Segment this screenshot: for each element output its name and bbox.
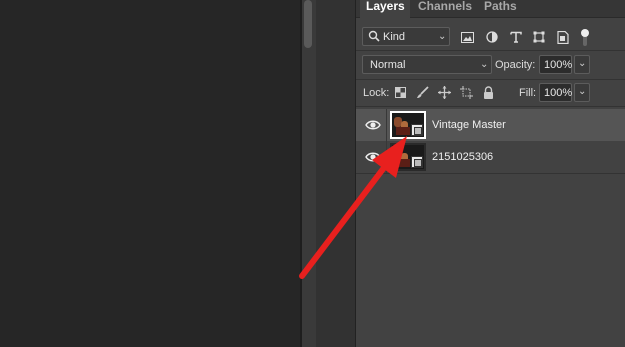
chevron-down-icon: ⌄: [480, 59, 489, 70]
divider: [356, 50, 625, 51]
visibility-eye-icon[interactable]: [365, 118, 381, 132]
canvas-workspace[interactable]: [0, 0, 300, 347]
divider: [356, 106, 625, 107]
layers-panel: Layers Channels Paths Kind ⌄ Normal ⌄ Op…: [356, 0, 625, 347]
vertical-scrollbar[interactable]: [302, 0, 316, 347]
smart-object-badge-icon: [411, 156, 423, 168]
image-filter-icon[interactable]: [458, 28, 476, 46]
visibility-eye-icon[interactable]: [365, 150, 381, 164]
lock-position-icon[interactable]: [436, 84, 452, 100]
divider: [386, 109, 387, 141]
tab-layers[interactable]: Layers: [360, 0, 410, 19]
lock-artboard-icon[interactable]: [458, 84, 474, 100]
fill-slider-button[interactable]: ⌄: [574, 83, 590, 102]
layer-row[interactable]: Vintage Master: [356, 109, 625, 141]
layer-row[interactable]: 2151025306: [356, 141, 625, 173]
scrollbar-thumb[interactable]: [304, 0, 312, 48]
type-filter-icon[interactable]: [507, 28, 525, 46]
layer-thumbnail[interactable]: [390, 111, 426, 139]
divider: [356, 173, 625, 174]
panel-tab-bar: Layers Channels Paths: [356, 0, 625, 19]
filter-kind-label: Kind: [383, 31, 406, 43]
panel-dock-strip: [316, 0, 356, 347]
tab-channels[interactable]: Channels: [412, 0, 474, 18]
smart-object-filter-icon[interactable]: [554, 28, 572, 46]
fill-label: Fill:: [519, 87, 537, 99]
blend-mode-value: Normal: [370, 59, 406, 71]
lock-all-icon[interactable]: [480, 84, 496, 100]
blend-mode-select[interactable]: Normal ⌄: [362, 55, 492, 74]
tab-paths[interactable]: Paths: [478, 0, 522, 18]
chevron-down-icon: ⌄: [578, 86, 587, 97]
lock-transparent-pixels-icon[interactable]: [392, 84, 408, 100]
adjustment-filter-icon[interactable]: [483, 28, 501, 46]
layer-name[interactable]: 2151025306: [432, 151, 493, 163]
chevron-down-icon: ⌄: [438, 31, 447, 42]
divider: [386, 141, 387, 173]
opacity-label: Opacity:: [495, 59, 536, 71]
smart-object-badge-icon: [411, 124, 423, 136]
search-icon: [368, 30, 380, 45]
layer-name[interactable]: Vintage Master: [432, 119, 506, 131]
opacity-slider-button[interactable]: ⌄: [574, 55, 590, 74]
opacity-input[interactable]: 100%: [539, 55, 572, 74]
layer-thumbnail[interactable]: [390, 143, 426, 171]
chevron-down-icon: ⌄: [578, 58, 587, 69]
lock-image-pixels-icon[interactable]: [414, 84, 430, 100]
filter-kind-select[interactable]: Kind ⌄: [362, 27, 450, 46]
lock-label: Lock:: [363, 87, 390, 99]
divider: [356, 79, 625, 80]
filter-toggle-icon[interactable]: [576, 28, 594, 46]
shape-filter-icon[interactable]: [530, 28, 548, 46]
fill-input[interactable]: 100%: [539, 83, 572, 102]
